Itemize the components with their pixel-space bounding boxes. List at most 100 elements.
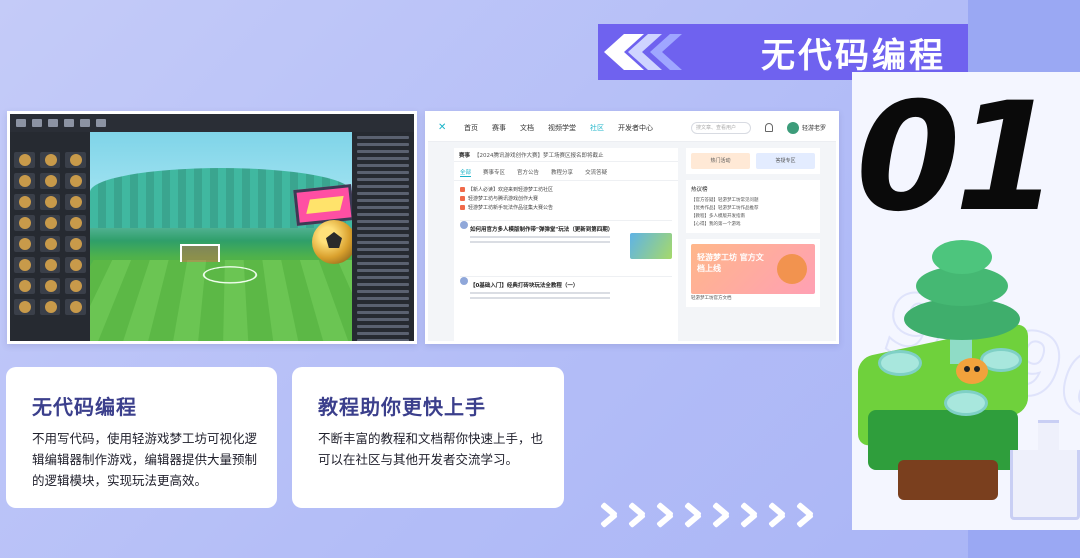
asset-item[interactable] bbox=[65, 257, 86, 273]
asset-item[interactable] bbox=[39, 299, 61, 315]
nav-item-developer[interactable]: 开发者中心 bbox=[618, 123, 653, 133]
hierarchy-row[interactable] bbox=[357, 199, 409, 202]
asset-item[interactable] bbox=[14, 257, 35, 273]
nav-item-community[interactable]: 社区 bbox=[590, 123, 604, 133]
side-panel: 热门活动 答疑专区 热议榜 【官方答疑】轻游梦工坊常见问题 【优秀作品】轻游梦工… bbox=[686, 148, 820, 341]
scene-viewport[interactable] bbox=[90, 132, 352, 341]
hierarchy-row[interactable] bbox=[357, 220, 409, 223]
hierarchy-row[interactable] bbox=[357, 255, 409, 258]
asset-item[interactable] bbox=[39, 278, 61, 294]
asset-item[interactable] bbox=[39, 194, 61, 210]
tab-tutorials[interactable]: 教程分享 bbox=[551, 168, 573, 177]
asset-item[interactable] bbox=[65, 236, 86, 252]
asset-item[interactable] bbox=[39, 173, 61, 189]
article-excerpt-line bbox=[470, 241, 610, 243]
hierarchy-row[interactable] bbox=[357, 136, 409, 139]
hierarchy-row[interactable] bbox=[357, 164, 409, 167]
hierarchy-row[interactable] bbox=[357, 227, 409, 230]
tool-icon[interactable] bbox=[32, 119, 42, 127]
docs-banner: 轻游梦工坊 官方文档上线 bbox=[691, 244, 815, 294]
list-item[interactable]: 轻游梦工坊与腾讯游戏创作大赛 bbox=[460, 194, 672, 203]
hierarchy-row[interactable] bbox=[357, 241, 409, 244]
qa-zone-button[interactable]: 答疑专区 bbox=[756, 153, 815, 169]
hierarchy-row[interactable] bbox=[357, 143, 409, 146]
list-item[interactable]: 【新人必读】欢迎来到轻游梦工坊社区 bbox=[460, 185, 672, 194]
asset-item[interactable] bbox=[39, 215, 61, 231]
asset-item[interactable] bbox=[14, 299, 35, 315]
hierarchy-row[interactable] bbox=[357, 325, 409, 328]
tab-announcements[interactable]: 官方公告 bbox=[517, 168, 539, 177]
hierarchy-row[interactable] bbox=[357, 283, 409, 286]
article-card[interactable]: 如何用官方多人模版制作带"弹弹堂"玩法（更新到第四期） bbox=[460, 220, 672, 272]
hierarchy-row[interactable] bbox=[357, 339, 409, 341]
asset-item[interactable] bbox=[14, 152, 35, 168]
list-item[interactable]: 轻游梦工坊新手玩法作品征集大赛公告 bbox=[460, 203, 672, 212]
chevron-decoration bbox=[596, 500, 836, 530]
hierarchy-row[interactable] bbox=[357, 269, 409, 272]
bell-icon[interactable] bbox=[764, 123, 773, 132]
asset-item[interactable] bbox=[65, 194, 86, 210]
asset-item[interactable] bbox=[65, 278, 86, 294]
hierarchy-row[interactable] bbox=[357, 185, 409, 188]
asset-item[interactable] bbox=[14, 194, 35, 210]
hierarchy-row[interactable] bbox=[357, 304, 409, 307]
article-excerpt-line bbox=[470, 292, 610, 294]
hierarchy-row[interactable] bbox=[357, 171, 409, 174]
hierarchy-row[interactable] bbox=[357, 213, 409, 216]
site-logo-icon[interactable]: ✕ bbox=[438, 122, 450, 133]
soccer-ball bbox=[312, 220, 352, 264]
hierarchy-row[interactable] bbox=[357, 157, 409, 160]
asset-item[interactable] bbox=[14, 236, 35, 252]
tool-icon[interactable] bbox=[16, 119, 26, 127]
hot-events-button[interactable]: 热门活动 bbox=[691, 153, 750, 169]
search-input[interactable]: 搜文章、查看用户 bbox=[690, 121, 751, 134]
chevron-right-icon bbox=[624, 500, 650, 530]
tool-icon[interactable] bbox=[80, 119, 90, 127]
hierarchy-row[interactable] bbox=[357, 318, 409, 321]
user-menu[interactable]: 轻游老罗 bbox=[786, 121, 826, 134]
list-item[interactable]: 【官方答疑】轻游梦工坊常见问题 bbox=[691, 196, 815, 204]
tab-qa[interactable]: 交流答疑 bbox=[585, 168, 607, 177]
tab-all[interactable]: 全部 bbox=[460, 168, 472, 177]
asset-item[interactable] bbox=[14, 173, 35, 189]
hierarchy-row[interactable] bbox=[357, 297, 409, 300]
chevron-right-icon bbox=[596, 500, 622, 530]
hierarchy-row[interactable] bbox=[357, 150, 409, 153]
tool-icon[interactable] bbox=[48, 119, 58, 127]
asset-item[interactable] bbox=[65, 173, 86, 189]
hierarchy-row[interactable] bbox=[357, 178, 409, 181]
asset-item[interactable] bbox=[65, 215, 86, 231]
nav-item-videos[interactable]: 视频学堂 bbox=[548, 123, 576, 133]
list-item[interactable]: 【教程】多人模版开发指南 bbox=[691, 212, 815, 220]
hierarchy-row[interactable] bbox=[357, 192, 409, 195]
hierarchy-row[interactable] bbox=[357, 206, 409, 209]
section-number: 01 bbox=[856, 71, 1059, 245]
article-card[interactable]: 【0基础入门】经典打砖块玩法全教程（一） bbox=[460, 276, 672, 328]
asset-item[interactable] bbox=[39, 152, 61, 168]
nav-item-home[interactable]: 首页 bbox=[464, 123, 478, 133]
list-item[interactable]: 【优秀作品】轻游梦工坊作品推荐 bbox=[691, 204, 815, 212]
hierarchy-row[interactable] bbox=[357, 248, 409, 251]
hierarchy-row[interactable] bbox=[357, 332, 409, 335]
asset-item[interactable] bbox=[14, 278, 35, 294]
tab-events[interactable]: 赛事专区 bbox=[483, 168, 505, 177]
hierarchy-row[interactable] bbox=[357, 234, 409, 237]
hierarchy-row[interactable] bbox=[357, 311, 409, 314]
hierarchy-row[interactable] bbox=[357, 290, 409, 293]
notice-bar[interactable]: 赛事 【2024腾讯游戏创作大赛】梦工场赛区报名即将截止 bbox=[454, 148, 678, 162]
docs-banner-card[interactable]: 轻游梦工坊 官方文档上线 轻游梦工坊官方文档 bbox=[686, 239, 820, 307]
hierarchy-row[interactable] bbox=[357, 276, 409, 279]
list-item[interactable]: 【心得】我的第一个游戏 bbox=[691, 220, 815, 228]
asset-item[interactable] bbox=[65, 152, 86, 168]
asset-item[interactable] bbox=[14, 215, 35, 231]
asset-item[interactable] bbox=[39, 257, 61, 273]
tool-icon[interactable] bbox=[64, 119, 74, 127]
nav-item-docs[interactable]: 文档 bbox=[520, 123, 534, 133]
asset-item[interactable] bbox=[39, 236, 61, 252]
nav-item-events[interactable]: 赛事 bbox=[492, 123, 506, 133]
hierarchy-row[interactable] bbox=[357, 262, 409, 265]
asset-item[interactable] bbox=[65, 299, 86, 315]
chevron-right-icon bbox=[764, 500, 790, 530]
post-title: 轻游梦工坊新手玩法作品征集大赛公告 bbox=[468, 205, 554, 211]
tool-icon[interactable] bbox=[96, 119, 106, 127]
